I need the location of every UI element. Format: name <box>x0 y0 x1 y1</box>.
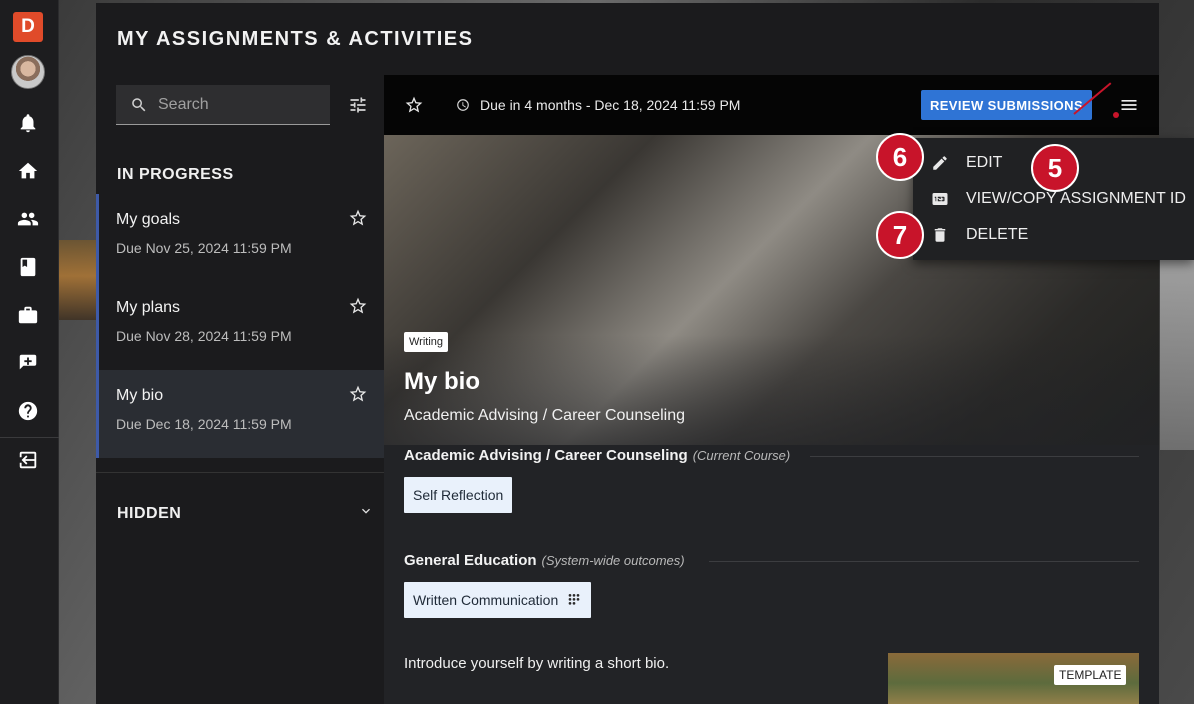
group-title: Academic Advising / Career Counseling <box>404 447 688 464</box>
chip-label: Written Communication <box>413 592 559 608</box>
trash-icon <box>931 226 949 244</box>
page-title: MY ASSIGNMENTS & ACTIVITIES <box>117 28 474 50</box>
left-nav-rail: D <box>0 0 59 704</box>
course-subtitle: Academic Advising / Career Counseling <box>404 407 686 424</box>
search-icon <box>132 97 146 111</box>
app-logo[interactable]: D <box>13 12 43 42</box>
outcome-chip[interactable]: Self Reflection <box>404 477 513 513</box>
assignment-due: Due Nov 25, 2024 11:59 PM <box>116 240 292 256</box>
callout-badge-menu: 5 <box>1031 144 1079 192</box>
template-badge: TEMPLATE <box>1054 665 1127 685</box>
chevron-down-icon[interactable] <box>358 503 374 519</box>
assignment-due: Due Nov 28, 2024 11:59 PM <box>116 328 292 344</box>
assignment-name: My plans <box>116 299 181 316</box>
logout-icon[interactable] <box>16 448 40 472</box>
briefcase-icon[interactable] <box>16 303 40 327</box>
background-detail <box>59 240 97 320</box>
pencil-icon <box>931 154 949 172</box>
clock-icon <box>456 98 470 112</box>
group-title: General Education <box>404 552 537 569</box>
category-tag: Writing <box>404 332 449 352</box>
group-note: (Current Course) <box>692 448 791 463</box>
group-note: (System-wide outcomes) <box>541 553 685 568</box>
star-icon[interactable] <box>348 208 368 228</box>
menu-icon[interactable] <box>1119 95 1139 115</box>
assignment-instructions: Introduce yourself by writing a short bi… <box>404 655 670 672</box>
outcome-chip[interactable]: Written Communication <box>404 582 592 618</box>
book-icon[interactable] <box>16 255 40 279</box>
people-icon[interactable] <box>16 207 40 231</box>
review-submissions-button[interactable]: REVIEW SUBMISSIONS <box>921 90 1092 120</box>
assignment-due: Due Dec 18, 2024 11:59 PM <box>116 416 292 432</box>
search-box[interactable] <box>116 85 330 125</box>
add-note-icon[interactable] <box>16 351 40 375</box>
rail-divider <box>0 437 59 438</box>
background-detail <box>1160 260 1194 450</box>
filter-icon[interactable] <box>348 95 368 115</box>
menu-item-label: VIEW/COPY ASSIGNMENT ID <box>966 190 1186 207</box>
star-icon[interactable] <box>348 384 368 404</box>
list-item-active[interactable]: My bio Due Dec 18, 2024 11:59 PM <box>96 370 384 458</box>
number-123-icon <box>931 190 949 208</box>
assignment-name: My goals <box>116 211 181 228</box>
menu-item-delete[interactable]: DELETE <box>913 217 1194 253</box>
detail-toolbar: Due in 4 months - Dec 18, 2024 11:59 PM … <box>384 75 1159 135</box>
callout-pointer <box>1113 112 1119 118</box>
menu-item-label: EDIT <box>966 154 1003 171</box>
outcome-group-heading: General Education (System-wide outcomes) <box>404 552 685 569</box>
list-item[interactable]: My goals Due Nov 25, 2024 11:59 PM <box>96 194 384 282</box>
in-progress-heading: IN PROGRESS <box>117 166 234 183</box>
avatar[interactable] <box>11 55 45 89</box>
divider <box>709 561 1139 562</box>
list-item[interactable]: My plans Due Nov 28, 2024 11:59 PM <box>96 282 384 370</box>
divider <box>96 472 384 473</box>
dialpad-icon <box>568 594 580 605</box>
outcome-group-heading: Academic Advising / Career Counseling (C… <box>404 447 790 464</box>
chip-label: Self Reflection <box>413 487 504 503</box>
callout-badge-edit: 6 <box>876 133 924 181</box>
search-input[interactable] <box>158 95 318 114</box>
assignment-name: My bio <box>116 387 164 404</box>
notifications-icon[interactable] <box>16 111 40 135</box>
star-icon[interactable] <box>404 95 424 115</box>
assignment-list-sidebar: IN PROGRESS My goals Due Nov 25, 2024 11… <box>96 75 384 704</box>
template-thumbnail[interactable]: TEMPLATE <box>888 653 1139 704</box>
divider <box>810 456 1139 457</box>
assignment-title: My bio <box>404 368 480 395</box>
hidden-heading[interactable]: HIDDEN <box>117 505 181 523</box>
callout-badge-delete: 7 <box>876 211 924 259</box>
help-icon[interactable] <box>16 399 40 423</box>
due-date-text: Due in 4 months - Dec 18, 2024 11:59 PM <box>480 97 741 113</box>
home-icon[interactable] <box>16 159 40 183</box>
menu-item-label: DELETE <box>966 226 1029 243</box>
star-icon[interactable] <box>348 296 368 316</box>
